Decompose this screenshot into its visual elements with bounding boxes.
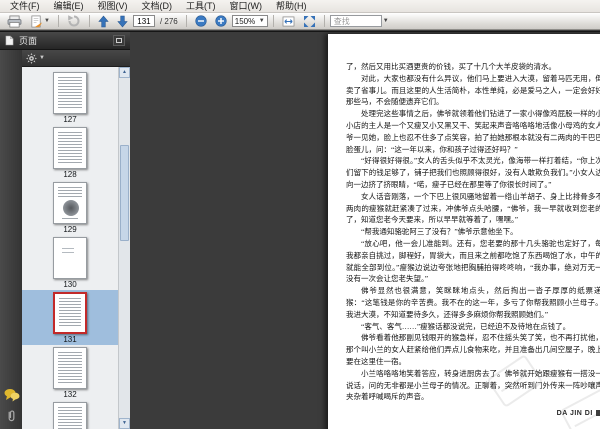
page-text: 了，然后又用比买酒更贵的价钱，买了十几个大羊皮袋的清水。 对此，大家也都没有什么… [346,61,600,403]
paragraph: 佛爷看着他那副见钱眼开的猴急样，忍不住摇头笑了笑，也不再打扰他，招呼那个叫小兰的… [346,333,600,366]
panel-collapse-icon [116,38,122,43]
paragraph: “帮我通知骆驼阿三了没有？”佛爷示意他坐下。 [361,227,518,237]
thumbnail-page-131-selected[interactable]: 131 [22,290,118,345]
thumbnail-page-127[interactable]: 127 [22,70,118,125]
options-gear-icon[interactable] [26,52,37,64]
thumbnail-preview [53,402,87,429]
options-caret-icon[interactable]: ▼ [39,55,45,61]
toolbar: ▼ / 276 150% ▼ [0,13,600,30]
menu-view[interactable]: 视图(V) [91,0,135,12]
toolbar-separator [323,15,325,27]
paragraph: 佛爷显然也很满意，笑眯眯地点头，然后掏出一沓子厚厚的纸票递给瘦猴：“这笔钱是你的… [346,286,600,319]
pages-panel-header: 页面 [0,32,130,50]
thumbnail-preview [53,347,87,389]
thumbnail-preview [53,72,87,114]
zoom-caret-icon: ▼ [258,18,265,24]
paragraph: “好得很好得很。”女人的舌头似乎不太灵光，像海带一样打着结，“你上次给我们留下的… [346,156,600,189]
next-page-button[interactable] [114,14,131,29]
paragraph: 女人话音刚落，一个下巴上很风骚地留着一绺山羊胡子、身上比排骨多不出四两肉的瘦猴就… [346,191,600,225]
menu-tools[interactable]: 工具(T) [179,0,223,12]
scroll-down-icon[interactable]: ▼ [119,418,130,429]
export-button[interactable]: ▼ [27,14,53,29]
pages-thumbnail-panel: ▼ 127 128 129 130 131 132 ▲ ▼ [22,50,130,429]
document-pane[interactable]: 了，然后又用比买酒更贵的价钱，买了十几个大羊皮袋的清水。 对此，大家也都没有什么… [130,32,600,429]
thumbnail-number: 132 [63,390,77,399]
menu-edit[interactable]: 编辑(E) [47,0,91,12]
print-button[interactable] [4,14,25,29]
page-number-input[interactable] [132,15,155,27]
comments-icon [4,388,19,401]
zoom-in-button[interactable] [212,14,230,29]
paragraph: 处理完这些事情之后，佛爷就领着他们钻进了一家小得像鸡屁股一样的小店。小店的主人是… [346,109,600,154]
print-icon [7,15,22,27]
fullscreen-icon [303,15,315,27]
menu-file[interactable]: 文件(F) [3,0,47,12]
paperclip-icon [8,410,15,422]
thumbnail-preview [53,292,87,334]
thumbnail-page-128[interactable]: 128 [22,125,118,180]
export-icon [31,15,43,27]
thumbnail-page-129[interactable]: 129 [22,180,118,235]
previous-page-button[interactable] [95,14,112,29]
thumbnail-preview [53,182,87,224]
next-page-icon [117,15,128,27]
thumbnail-number: 128 [63,170,77,179]
page-total-label: / 276 [159,16,178,26]
toolbar-separator [272,15,274,27]
attachments-tab[interactable] [3,407,20,424]
zoom-level-select[interactable]: 150% ▼ [231,15,268,27]
scroll-up-icon[interactable]: ▲ [119,67,130,78]
zoom-out-icon [195,15,207,27]
content-area: 页面 ▼ 127 128 129 130 131 132 ▲ ▼ 了，然后又用比… [0,31,600,429]
panel-collapse-button[interactable] [113,35,125,46]
zoom-out-button[interactable] [192,14,210,29]
zoom-level-value: 150% [234,16,256,26]
menu-help[interactable]: 帮助(H) [269,0,314,12]
toolbar-separator [57,15,59,27]
thumbnail-page-132[interactable]: 132 [22,345,118,400]
menu-bar: 文件(F) 编辑(E) 视图(V) 文档(D) 工具(T) 窗口(W) 帮助(H… [0,0,600,13]
thumbnail-preview [53,127,87,169]
toolbar-separator [88,15,90,27]
document-page: 了，然后又用比买酒更贵的价钱，买了十几个大羊皮袋的清水。 对此，大家也都没有什么… [328,34,600,429]
thumbnail-scrollbar[interactable]: ▲ ▼ [118,67,130,429]
paragraph: “客气、客气……”瘦猴话都没说完，已经迫不及待地在点钱了。 [361,321,571,331]
zoom-in-icon [215,15,227,27]
find-input[interactable] [329,15,382,27]
thumbnail-list: 127 128 129 130 131 132 [22,67,118,429]
paragraph: 小兰咯咯咯地笑着答应，转身进厨房去了。佛爷就开始跟瘦猴有一搭没一搭地说话，问的无… [346,368,600,402]
fit-width-button[interactable] [279,14,298,29]
thumbnail-number: 127 [63,115,77,124]
thumbnail-number: 129 [63,225,77,234]
paragraph: “放心吧，他一会儿准能到。还有，您老要的那十几头骆驼也定好了，每一头我都亲自挑过… [346,238,600,284]
fit-width-icon [282,16,295,26]
scrollbar-thumb[interactable] [120,145,129,241]
find-caret-icon[interactable]: ▼ [383,18,389,24]
pdf-reader-window: 文件(F) 编辑(E) 视图(V) 文档(D) 工具(T) 窗口(W) 帮助(H… [0,0,600,429]
toolbar-separator [185,15,187,27]
thumbnail-page-130[interactable]: 130 [22,235,118,290]
pages-icon [5,35,14,46]
menu-window[interactable]: 窗口(W) [223,0,270,12]
menu-document[interactable]: 文档(D) [135,0,180,12]
thumbnail-number: 130 [63,280,77,289]
paragraph: 对此，大家也都没有什么异议，他们马上要进入大漠，留着马匹无用，倒不如卖了省事儿。… [346,73,600,107]
thumbnail-page-133[interactable]: 133 [22,400,118,429]
previous-view-icon [68,15,80,27]
navigation-tabstrip [0,50,22,429]
export-caret-icon: ▼ [44,18,50,24]
thumbnail-number: 131 [63,335,77,344]
previous-page-icon [98,15,109,27]
fullscreen-button[interactable] [300,14,319,29]
pages-panel-title: 页面 [19,36,38,46]
thumbnail-options-bar: ▼ [22,50,130,67]
previous-view-button[interactable] [64,14,84,29]
comments-tab[interactable] [3,386,20,403]
paragraph: 了，然后又用比买酒更贵的价钱，买了十几个大羊皮袋的清水。 [346,62,556,71]
thumbnail-preview [53,237,87,279]
